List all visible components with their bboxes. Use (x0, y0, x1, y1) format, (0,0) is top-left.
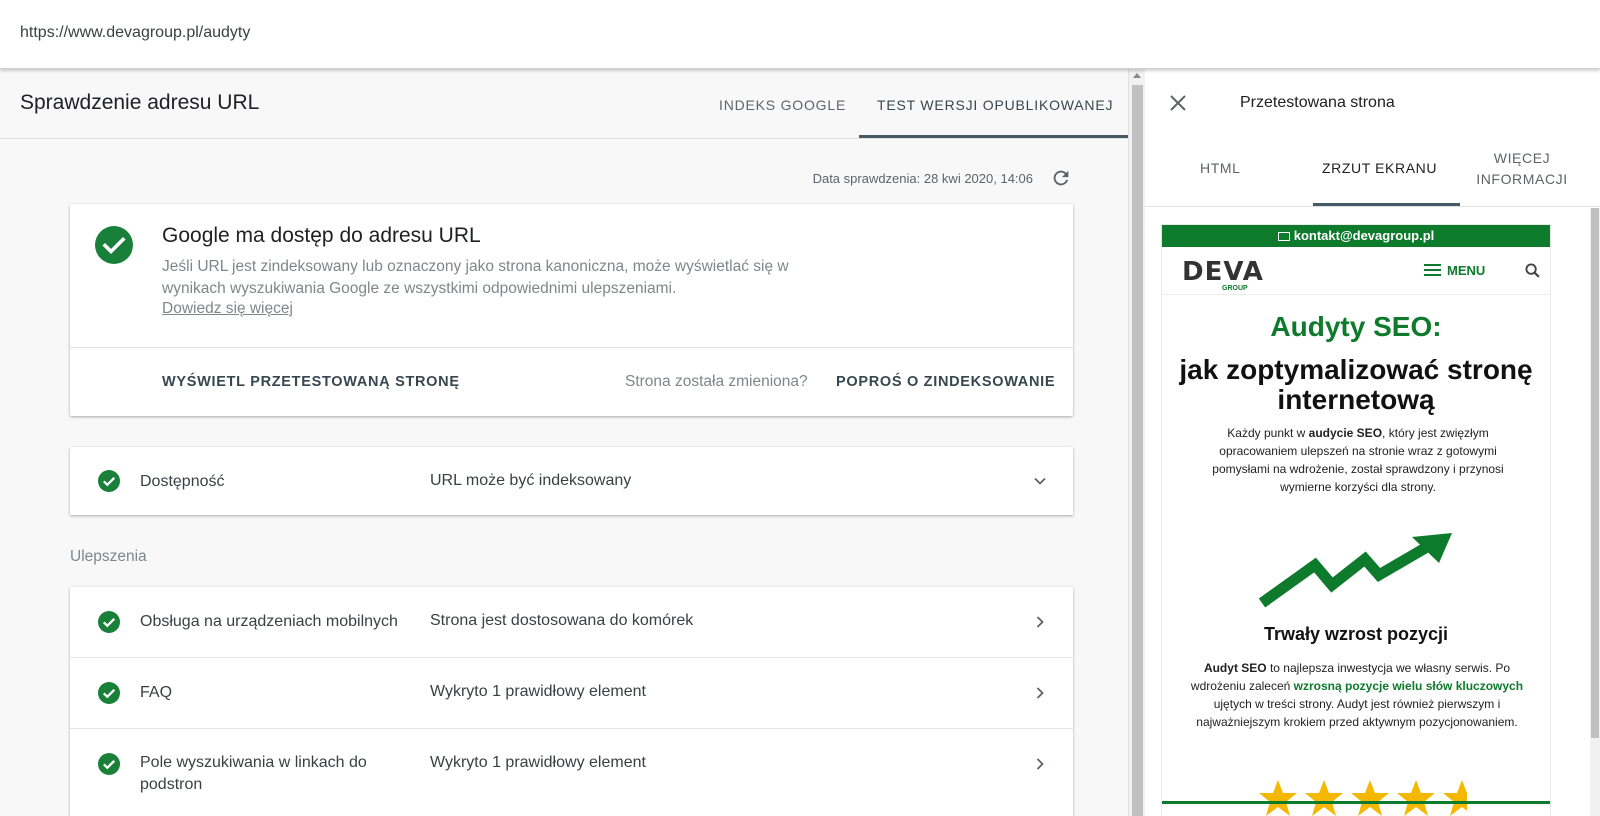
availability-value: URL może być indeksowany (430, 472, 632, 489)
preview-paragraph-2: Audyt SEO to najlepsza inwestycja we wła… (1190, 661, 1524, 729)
preview-email: kontakt@devagroup.pl (1293, 228, 1435, 243)
preview-logo-sub: GROUP (1222, 285, 1248, 292)
screenshot-preview: kontakt@devagroup.pl DEVA GROUP MENU Aud… (1161, 224, 1551, 816)
summary-card: Google ma dostęp do adresu URL Jeśli URL… (70, 204, 1073, 416)
close-icon[interactable] (1169, 94, 1187, 112)
enhancement-label: Obsługa na urządzeniach mobilnych (140, 613, 398, 630)
list-item[interactable]: Obsługa na urządzeniach mobilnych Strona… (70, 587, 1073, 658)
tab-more-info[interactable]: WIĘCEJ INFORMACJI (1467, 148, 1577, 190)
enhancement-value: Strona jest dostosowana do komórek (430, 612, 694, 629)
list-item[interactable]: FAQ Wykryto 1 prawidłowy element (70, 658, 1073, 729)
summary-heading: Google ma dostęp do adresu URL (162, 224, 481, 247)
check-circle-icon (95, 226, 133, 264)
tab-live-test[interactable]: TEST WERSJI OPUBLIKOWANEJ (877, 97, 1113, 113)
panel-title: Przetestowana strona (1240, 94, 1395, 111)
preview-heading-2: jak zoptymalizować stronę internetową (1179, 354, 1533, 415)
divider (1145, 206, 1600, 207)
check-circle-icon (98, 682, 120, 704)
preview-menu-label: MENU (1447, 263, 1486, 278)
divider (70, 347, 1073, 348)
preview-nav: DEVA GROUP MENU (1162, 247, 1550, 295)
right-scrollbar[interactable] (1590, 208, 1600, 816)
scroll-thumb[interactable] (1591, 208, 1599, 738)
tab-screenshot[interactable]: ZRZUT EKRANU (1322, 158, 1437, 179)
chevron-right-icon[interactable] (1032, 756, 1048, 772)
enhancements-label: Ulepszenia (70, 548, 147, 565)
enhancement-value: Wykryto 1 prawidłowy element (430, 754, 646, 771)
summary-description: Jeśli URL jest zindeksowany lub oznaczon… (162, 258, 789, 297)
enhancements-list: Obsługa na urządzeniach mobilnych Strona… (70, 587, 1073, 816)
page-header: Sprawdzenie adresu URL INDEKS GOOGLE TES… (0, 69, 1128, 139)
chevron-right-icon[interactable] (1032, 685, 1048, 701)
view-tested-page-button[interactable]: WYŚWIETL PRZETESTOWANĄ STRONĘ (162, 374, 460, 390)
check-date: Data sprawdzenia: 28 kwi 2020, 14:06 (812, 171, 1033, 186)
chevron-down-icon[interactable] (1032, 473, 1048, 489)
refresh-icon[interactable] (1050, 167, 1072, 189)
active-tab-indicator (859, 135, 1128, 138)
preview-paragraph-1: Każdy punkt w audycie SEO, który jest zw… (1212, 426, 1504, 494)
rating-stars-icon (1259, 780, 1467, 816)
request-indexing-button[interactable]: POPROŚ O ZINDEKSOWANIE (836, 374, 1055, 390)
url-bar[interactable]: https://www.devagroup.pl/audyty (0, 0, 1600, 69)
availability-label: Dostępność (140, 473, 225, 490)
enhancement-value: Wykryto 1 prawidłowy element (430, 683, 646, 700)
inspection-panel: Sprawdzenie adresu URL INDEKS GOOGLE TES… (0, 69, 1128, 816)
chevron-right-icon[interactable] (1032, 614, 1048, 630)
preview-contact-bar: kontakt@devagroup.pl (1162, 225, 1550, 247)
enhancement-label: Pole wyszukiwania w linkach do podstron (140, 754, 367, 793)
preview-heading-3: Trwały wzrost pozycji (1263, 624, 1449, 644)
scroll-thumb[interactable] (1132, 85, 1143, 816)
list-item[interactable]: Pole wyszukiwania w linkach do podstron … (70, 729, 1073, 816)
preview-menu: MENU (1424, 263, 1485, 278)
preview-divider (1162, 801, 1550, 804)
preview-heading-1: Audyty SEO: (1270, 311, 1442, 342)
check-circle-icon (98, 470, 120, 492)
url-text[interactable]: https://www.devagroup.pl/audyty (20, 24, 250, 42)
tested-page-panel: Przetestowana strona HTML ZRZUT EKRANU W… (1145, 69, 1600, 816)
preview-logo: DEVA (1182, 257, 1264, 287)
left-scrollbar[interactable] (1128, 69, 1145, 816)
tab-google-index[interactable]: INDEKS GOOGLE (719, 97, 846, 113)
page-title: Sprawdzenie adresu URL (20, 91, 260, 114)
scroll-up-arrow-icon[interactable] (1133, 73, 1141, 78)
hamburger-icon (1424, 264, 1441, 276)
availability-row[interactable]: Dostępność URL może być indeksowany (70, 447, 1073, 515)
check-circle-icon (98, 611, 120, 633)
enhancement-label: FAQ (140, 684, 173, 701)
mail-icon (1277, 232, 1290, 241)
search-icon (1525, 263, 1540, 278)
growth-arrow-icon (1258, 533, 1452, 608)
learn-more-link[interactable]: Dowiedz się więcej (162, 300, 293, 318)
tab-html[interactable]: HTML (1200, 158, 1241, 179)
check-circle-icon (98, 753, 120, 775)
page-changed-text: Strona została zmieniona? (625, 373, 808, 390)
